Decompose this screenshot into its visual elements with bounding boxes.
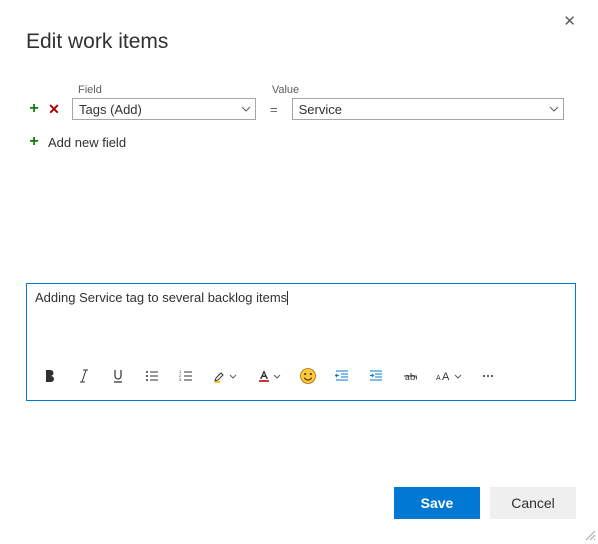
field-row: + ✕ Tags (Add) = Service [26, 98, 576, 120]
chevron-down-icon [549, 104, 559, 115]
editor-textarea[interactable]: Adding Service tag to several backlog it… [27, 284, 575, 356]
increase-indent-button[interactable] [359, 362, 393, 390]
add-new-field-button[interactable]: + Add new field [26, 134, 576, 150]
bold-icon [43, 369, 57, 383]
save-button[interactable]: Save [394, 487, 480, 519]
field-dropdown[interactable]: Tags (Add) [72, 98, 256, 120]
field-header-label: Field [78, 84, 102, 96]
numbered-list-button[interactable]: 123 [169, 362, 203, 390]
editor-toolbar: 123 abc AA [27, 356, 575, 400]
bullet-list-button[interactable] [135, 362, 169, 390]
add-row-button[interactable]: + [26, 101, 42, 117]
fields-area: Field Value + ✕ Tags (Add) = Service + A… [26, 84, 576, 150]
equals-label: = [270, 102, 278, 117]
chevron-down-icon [273, 374, 281, 379]
strikethrough-button[interactable]: abc [393, 362, 427, 390]
chevron-down-icon [454, 374, 462, 379]
field-dropdown-value: Tags (Add) [79, 102, 142, 117]
strikethrough-icon: abc [403, 369, 417, 383]
cancel-button[interactable]: Cancel [490, 487, 576, 519]
plus-icon: + [26, 134, 42, 150]
bullet-list-icon [145, 369, 159, 383]
emoji-button[interactable] [291, 362, 325, 390]
value-dropdown-value: Service [299, 102, 342, 117]
dialog-title: Edit work items [26, 30, 168, 54]
font-size-icon: AA [436, 369, 452, 383]
svg-text:abc: abc [405, 371, 417, 383]
font-color-icon [257, 369, 271, 383]
decrease-indent-icon [335, 369, 349, 383]
dialog-buttons: Save Cancel [394, 487, 576, 519]
underline-icon [111, 369, 125, 383]
remove-row-button[interactable]: ✕ [46, 101, 62, 117]
underline-button[interactable] [101, 362, 135, 390]
highlight-icon [213, 369, 227, 383]
chevron-down-icon [229, 374, 237, 379]
italic-button[interactable] [67, 362, 101, 390]
add-new-field-label: Add new field [48, 135, 126, 150]
resize-grip[interactable] [582, 527, 596, 541]
svg-text:A: A [436, 375, 441, 382]
chevron-down-icon [241, 104, 251, 115]
editor-content: Adding Service tag to several backlog it… [35, 290, 287, 305]
svg-text:3: 3 [179, 377, 182, 382]
resize-grip-icon [582, 527, 596, 541]
emoji-icon [299, 367, 317, 385]
highlight-button[interactable] [203, 362, 247, 390]
font-color-button[interactable] [247, 362, 291, 390]
field-column-headers: Field Value [26, 84, 576, 96]
close-icon[interactable]: ✕ [563, 14, 576, 29]
more-icon [481, 369, 495, 383]
italic-icon [77, 369, 91, 383]
value-dropdown[interactable]: Service [292, 98, 564, 120]
font-size-button[interactable]: AA [427, 362, 471, 390]
decrease-indent-button[interactable] [325, 362, 359, 390]
rich-text-editor: Adding Service tag to several backlog it… [26, 283, 576, 401]
numbered-list-icon: 123 [179, 369, 193, 383]
value-header-label: Value [272, 84, 299, 96]
text-cursor [287, 291, 288, 305]
increase-indent-icon [369, 369, 383, 383]
bold-button[interactable] [33, 362, 67, 390]
svg-text:A: A [442, 371, 450, 383]
more-options-button[interactable] [471, 362, 505, 390]
